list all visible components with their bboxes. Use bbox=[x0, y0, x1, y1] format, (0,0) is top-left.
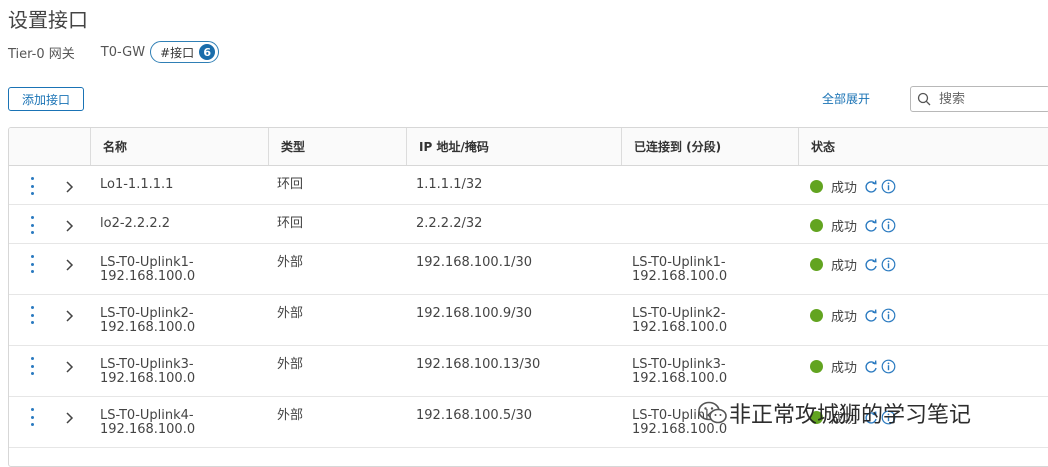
chevron-right-icon bbox=[66, 220, 74, 232]
chevron-right-icon bbox=[66, 412, 74, 424]
refresh-icon[interactable] bbox=[864, 309, 878, 323]
interface-count-badge: 6 bbox=[199, 44, 216, 60]
cell-ip: 192.168.100.5/30 bbox=[416, 408, 533, 423]
status-success-dot bbox=[810, 180, 823, 193]
watermark-text: 非正常攻城狮的学习笔记 bbox=[729, 403, 972, 428]
wechat-icon bbox=[698, 401, 727, 424]
cell-ip: 1.1.1.1/32 bbox=[416, 177, 483, 192]
cell-name: Lo1-1.1.1.1 bbox=[100, 177, 174, 192]
status-cell: 成功 bbox=[810, 216, 896, 235]
chevron-right-icon bbox=[66, 181, 74, 193]
expand-all-link[interactable]: 全部展开 bbox=[822, 90, 870, 107]
column-header-ip[interactable]: IP 地址/掩码 bbox=[406, 128, 621, 165]
cell-connected: LS-T0-Uplink2- 192.168.100.0 bbox=[632, 306, 728, 335]
cell-type: 环回 bbox=[277, 216, 304, 231]
row-menu-kebab-icon[interactable] bbox=[29, 216, 35, 234]
refresh-icon[interactable] bbox=[864, 180, 878, 194]
info-icon[interactable] bbox=[881, 359, 896, 374]
add-interface-button[interactable]: 添加接口 bbox=[8, 87, 84, 111]
refresh-icon[interactable] bbox=[864, 258, 878, 272]
table-row: lo2-2.2.2.2 环回 2.2.2.2/32 成功 bbox=[9, 205, 1048, 244]
cell-ip: 192.168.100.13/30 bbox=[416, 357, 541, 372]
interface-tag-label: #接口 bbox=[160, 45, 195, 60]
info-icon[interactable] bbox=[881, 308, 896, 323]
gateway-type: Tier-0 网关 bbox=[8, 46, 75, 62]
cell-type: 环回 bbox=[277, 177, 304, 192]
chevron-right-icon bbox=[66, 259, 74, 271]
info-icon[interactable] bbox=[881, 218, 896, 233]
cell-ip: 192.168.100.9/30 bbox=[416, 306, 533, 321]
status-text: 成功 bbox=[831, 310, 858, 325]
cell-ip: 192.168.100.1/30 bbox=[416, 255, 533, 270]
row-menu-kebab-icon[interactable] bbox=[29, 306, 35, 324]
cell-type: 外部 bbox=[277, 357, 304, 372]
row-expand-button[interactable] bbox=[64, 181, 74, 197]
row-expand-button[interactable] bbox=[64, 259, 74, 275]
status-cell: 成功 bbox=[810, 306, 896, 325]
search-input[interactable] bbox=[937, 90, 1041, 108]
table-row: LS-T0-Uplink3- 192.168.100.0 外部 192.168.100… bbox=[9, 346, 1048, 397]
search-icon bbox=[917, 92, 931, 106]
table-row: LS-T0-Uplink2- 192.168.100.0 外部 192.168.100… bbox=[9, 295, 1048, 346]
row-menu-kebab-icon[interactable] bbox=[29, 255, 35, 273]
cell-name: LS-T0-Uplink2- 192.168.100.0 bbox=[100, 306, 196, 335]
watermark: 非正常攻城狮的学习笔记 bbox=[697, 397, 971, 429]
row-menu-kebab-icon[interactable] bbox=[29, 177, 35, 195]
row-expand-button[interactable] bbox=[64, 220, 74, 236]
table-row: Lo1-1.1.1.1 环回 1.1.1.1/32 成功 bbox=[9, 166, 1048, 205]
status-success-dot bbox=[810, 360, 823, 373]
column-header-type[interactable]: 类型 bbox=[268, 128, 406, 165]
cell-connected: LS-T0-Uplink1- 192.168.100.0 bbox=[632, 255, 728, 284]
status-cell: 成功 bbox=[810, 357, 896, 376]
status-text: 成功 bbox=[831, 181, 858, 196]
cell-ip: 2.2.2.2/32 bbox=[416, 216, 483, 231]
cell-type: 外部 bbox=[277, 255, 304, 270]
search-box[interactable] bbox=[910, 86, 1048, 112]
gateway-name[interactable]: T0-GW bbox=[101, 45, 145, 60]
cell-type: 外部 bbox=[277, 306, 304, 321]
cell-name: LS-T0-Uplink1- 192.168.100.0 bbox=[100, 255, 196, 284]
interface-tag[interactable]: #接口 6 bbox=[150, 41, 220, 63]
status-text: 成功 bbox=[831, 361, 858, 376]
status-success-dot bbox=[810, 309, 823, 322]
cell-type: 外部 bbox=[277, 408, 304, 423]
row-expand-button[interactable] bbox=[64, 310, 74, 326]
chevron-right-icon bbox=[66, 361, 74, 373]
status-text: 成功 bbox=[831, 220, 858, 235]
breadcrumb: Tier-0 网关 T0-GW #接口 6 bbox=[8, 41, 220, 63]
status-text: 成功 bbox=[831, 259, 858, 274]
page-title: 设置接口 bbox=[8, 8, 88, 32]
cell-name: lo2-2.2.2.2 bbox=[100, 216, 171, 231]
column-header-connected[interactable]: 已连接到 (分段) bbox=[621, 128, 798, 165]
row-menu-kebab-icon[interactable] bbox=[29, 357, 35, 375]
status-cell: 成功 bbox=[810, 255, 896, 274]
cell-name: LS-T0-Uplink4- 192.168.100.0 bbox=[100, 408, 196, 437]
row-expand-button[interactable] bbox=[64, 361, 74, 377]
cell-name: LS-T0-Uplink3- 192.168.100.0 bbox=[100, 357, 196, 386]
cell-connected: LS-T0-Uplink3- 192.168.100.0 bbox=[632, 357, 728, 386]
status-success-dot bbox=[810, 219, 823, 232]
info-icon[interactable] bbox=[881, 179, 896, 194]
status-success-dot bbox=[810, 258, 823, 271]
chevron-right-icon bbox=[66, 310, 74, 322]
table-row: LS-T0-Uplink1- 192.168.100.0 外部 192.168.100… bbox=[9, 244, 1048, 295]
column-header-name[interactable]: 名称 bbox=[90, 128, 268, 165]
refresh-icon[interactable] bbox=[864, 219, 878, 233]
status-cell: 成功 bbox=[810, 177, 896, 196]
refresh-icon[interactable] bbox=[864, 360, 878, 374]
column-header-status[interactable]: 状态 bbox=[798, 128, 1048, 165]
row-menu-kebab-icon[interactable] bbox=[29, 408, 35, 426]
row-expand-button[interactable] bbox=[64, 412, 74, 428]
info-icon[interactable] bbox=[881, 257, 896, 272]
table-header: 名称 类型 IP 地址/掩码 已连接到 (分段) 状态 bbox=[9, 128, 1048, 166]
